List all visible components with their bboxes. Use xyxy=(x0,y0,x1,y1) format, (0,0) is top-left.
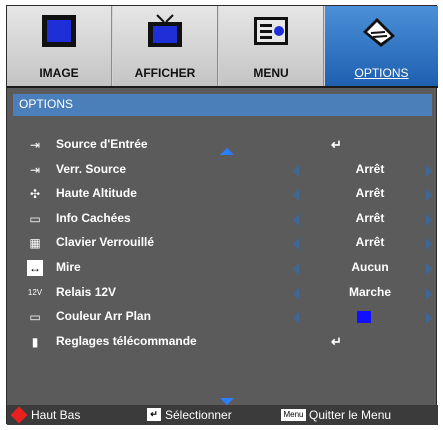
osd-menu: IMAGE AFFICHER MENU OPTIONS OPTIONS ⇥ So… xyxy=(6,5,438,425)
left-arrow-icon[interactable] xyxy=(293,263,299,275)
menu-row-info-cachees[interactable]: ▭ Info Cachées Arrêt xyxy=(25,209,435,229)
row-label: Reglages télécommande xyxy=(56,334,197,348)
background-color-icon: ▭ xyxy=(29,310,41,324)
left-arrow-icon[interactable] xyxy=(293,312,299,324)
right-arrow-icon[interactable] xyxy=(426,238,432,250)
footer-exit-label: Quitter le Menu xyxy=(309,408,392,422)
left-arrow-icon[interactable] xyxy=(293,165,299,177)
tab-options[interactable]: OPTIONS xyxy=(325,6,438,86)
fan-altitude-icon: ✣ xyxy=(29,187,41,201)
input-source-icon: ⇥ xyxy=(29,138,41,152)
row-label: Relais 12V xyxy=(56,285,117,299)
color-swatch xyxy=(357,311,371,323)
tab-label: OPTIONS xyxy=(354,66,409,80)
right-arrow-icon[interactable] xyxy=(426,165,432,177)
row-label: Clavier Verrouillé xyxy=(56,235,155,249)
left-arrow-icon[interactable] xyxy=(293,189,299,201)
menu-row-couleur-arr-plan[interactable]: ▭ Couleur Arr Plan xyxy=(25,307,435,327)
up-down-key-icon xyxy=(10,406,28,424)
footer-bar: Haut Bas ↵ Sélectionner Menu Quitter le … xyxy=(7,405,438,425)
row-value: Arrêt xyxy=(355,235,385,249)
row-label: Haute Altitude xyxy=(56,186,137,200)
section-title: OPTIONS xyxy=(19,97,74,111)
footer-nav-label: Haut Bas xyxy=(31,408,81,422)
row-value: Marche xyxy=(348,285,392,299)
row-value: Arrêt xyxy=(355,162,385,176)
left-arrow-icon[interactable] xyxy=(293,238,299,250)
source-lock-icon: ⇥ xyxy=(29,163,41,177)
tab-afficher[interactable]: AFFICHER xyxy=(113,6,218,86)
image-icon xyxy=(42,15,76,47)
menu-row-source-entree[interactable]: ⇥ Source d'Entrée ↵ xyxy=(25,135,435,155)
enter-key-icon[interactable]: ↵ xyxy=(331,334,342,350)
tab-label: MENU xyxy=(253,66,289,80)
tab-bar: IMAGE AFFICHER MENU OPTIONS xyxy=(7,6,438,88)
row-value: Arrêt xyxy=(355,211,385,225)
row-value: Aucun xyxy=(351,260,389,274)
scroll-down-arrow-icon[interactable] xyxy=(220,398,234,405)
hidden-info-icon: ▭ xyxy=(29,212,41,226)
right-arrow-icon[interactable] xyxy=(426,288,432,300)
menu-row-clavier-verrouille[interactable]: ▦ Clavier Verrouillé Arrêt xyxy=(25,233,435,253)
right-arrow-icon[interactable] xyxy=(426,189,432,201)
menu-remote-icon xyxy=(254,17,288,45)
tv-display-icon xyxy=(148,14,182,47)
row-label: Couleur Arr Plan xyxy=(56,309,151,323)
right-arrow-icon[interactable] xyxy=(426,214,432,226)
options-wrench-icon xyxy=(363,18,395,47)
tab-label: AFFICHER xyxy=(134,66,196,80)
menu-row-verr-source[interactable]: ⇥ Verr. Source Arrêt xyxy=(25,160,435,180)
menu-row-relais-12v[interactable]: 12V Relais 12V Marche xyxy=(25,283,435,303)
menu-row-mire[interactable]: ↔ Mire Aucun xyxy=(25,258,435,278)
remote-settings-icon: ▮ xyxy=(31,335,39,349)
tab-image[interactable]: IMAGE xyxy=(7,6,112,86)
right-arrow-icon[interactable] xyxy=(426,312,432,324)
row-label: Mire xyxy=(56,260,81,274)
footer-select-label: Sélectionner xyxy=(165,408,232,422)
keypad-lock-icon: ▦ xyxy=(29,236,41,250)
menu-row-reglages-telecommande[interactable]: ▮ Reglages télécommande ↵ xyxy=(25,332,435,352)
row-label: Source d'Entrée xyxy=(56,137,148,151)
relay-12v-icon: 12V xyxy=(27,288,43,297)
enter-key-icon[interactable]: ↵ xyxy=(331,137,342,153)
right-arrow-icon[interactable] xyxy=(426,263,432,275)
left-arrow-icon[interactable] xyxy=(293,214,299,226)
left-arrow-icon[interactable] xyxy=(293,288,299,300)
enter-key-icon: ↵ xyxy=(147,408,161,421)
row-label: Verr. Source xyxy=(56,162,127,176)
test-pattern-icon: ↔ xyxy=(27,260,43,276)
tab-label: IMAGE xyxy=(39,66,79,80)
menu-key-icon: Menu xyxy=(281,409,306,421)
tab-menu[interactable]: MENU xyxy=(219,6,324,86)
row-label: Info Cachées xyxy=(56,211,131,225)
section-header: OPTIONS xyxy=(13,94,432,116)
menu-row-haute-altitude[interactable]: ✣ Haute Altitude Arrêt xyxy=(25,184,435,204)
row-value: Arrêt xyxy=(355,186,385,200)
